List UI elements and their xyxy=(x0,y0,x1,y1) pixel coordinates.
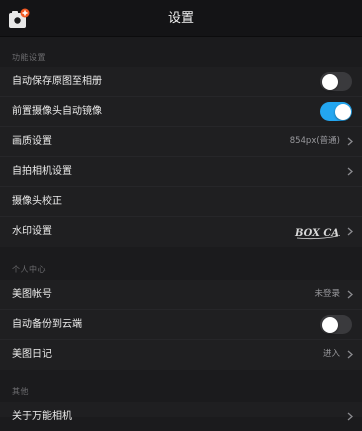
account-label: 美图帐号 xyxy=(12,289,52,300)
chevron-right-icon xyxy=(347,227,353,236)
quality-value: 854px(普通) xyxy=(289,136,340,146)
backup-label: 自动备份到云端 xyxy=(12,319,82,330)
page-title: 设置 xyxy=(167,11,194,26)
toggle-knob xyxy=(321,316,338,333)
diary-label: 美图日记 xyxy=(12,349,52,360)
watermark-settings-row[interactable]: 水印设置 BOX CAM xyxy=(0,217,362,246)
quality-settings-row[interactable]: 画质设置 854px(普通) xyxy=(0,127,362,157)
selfie-label: 自拍相机设置 xyxy=(12,166,72,177)
quality-label: 画质设置 xyxy=(12,136,52,147)
meitu-diary-row[interactable]: 美图日记 进入 xyxy=(0,340,362,369)
chevron-right-icon xyxy=(347,290,353,299)
calibrate-label: 摄像头校正 xyxy=(12,196,62,207)
meitu-account-row[interactable]: 美图帐号 未登录 xyxy=(0,280,362,310)
toggle-knob xyxy=(334,103,351,120)
selfie-camera-settings-row[interactable]: 自拍相机设置 xyxy=(0,157,362,187)
boxcam-watermark-logo: BOX CAM xyxy=(294,228,340,240)
watermark-label: 水印设置 xyxy=(12,226,52,237)
cloud-backup-toggle[interactable] xyxy=(320,315,352,334)
toggle-knob xyxy=(321,73,338,90)
cloud-backup-row[interactable]: 自动备份到云端 xyxy=(0,310,362,340)
front-camera-mirror-row[interactable]: 前置摄像头自动镜像 xyxy=(0,97,362,127)
auto-save-label: 自动保存原图至相册 xyxy=(12,76,102,87)
account-value: 未登录 xyxy=(314,289,340,299)
diary-value: 进入 xyxy=(322,349,340,359)
title-bar: 设置 xyxy=(0,0,362,37)
auto-save-original-row[interactable]: 自动保存原图至相册 xyxy=(0,67,362,97)
mirror-label: 前置摄像头自动镜像 xyxy=(12,106,102,117)
watermark-logo-text: BOX CAM xyxy=(294,228,340,239)
mirror-toggle[interactable] xyxy=(320,102,352,121)
auto-save-toggle[interactable] xyxy=(320,72,352,91)
camera-calibration-row[interactable]: 摄像头校正 xyxy=(0,187,362,217)
chevron-right-icon xyxy=(347,350,353,359)
chevron-right-icon xyxy=(347,137,353,146)
chevron-right-icon xyxy=(347,167,353,176)
section-header-personal: 个人中心 xyxy=(12,265,46,274)
section-header-other: 其他 xyxy=(12,387,29,396)
section-header-function: 功能设置 xyxy=(12,53,46,62)
